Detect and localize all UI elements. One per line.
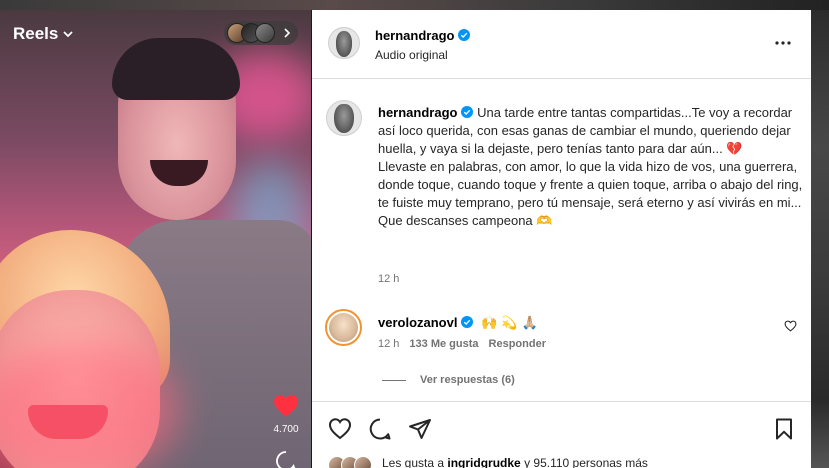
verified-icon <box>461 316 474 328</box>
audio-label[interactable]: Audio original <box>375 48 448 62</box>
avatar[interactable] <box>325 309 362 346</box>
likes-suffix[interactable]: y 95.110 personas más <box>524 456 648 468</box>
heart-hands-emoji: 🫶 <box>536 213 553 229</box>
heart-icon[interactable] <box>328 417 352 441</box>
broken-heart-emoji: 💔 <box>726 141 743 157</box>
post-actions-bar <box>312 401 811 455</box>
divider <box>382 379 406 381</box>
post-header: hernandrago Audio original <box>312 10 811 79</box>
avatar[interactable] <box>328 27 360 59</box>
reel-video[interactable]: Reels 4.700 <box>0 10 311 468</box>
stories-avatar-strip[interactable] <box>224 21 298 45</box>
heart-icon[interactable] <box>784 320 797 332</box>
caption-timestamp: 12 h <box>378 273 400 285</box>
comment-icon[interactable] <box>368 417 392 441</box>
caption-author[interactable]: hernandrago <box>378 105 457 120</box>
comment-timestamp: 12 h <box>378 338 400 350</box>
post-author-name[interactable]: hernandrago <box>375 28 454 43</box>
comment-meta: 12 h 133 Me gusta Responder <box>378 338 546 350</box>
likes-summary-text: Les gusta a ingridgrudke y 95.110 person… <box>382 456 648 468</box>
reel-like-count: 4.700 <box>273 424 299 435</box>
post-panel: hernandrago Audio original hernandrago U… <box>312 10 811 455</box>
comment-author: verolozanovl 🙌 💫 🙏🏼 <box>378 315 538 331</box>
caption-paragraph: Que descanses campeona 🫶 <box>378 212 803 231</box>
caption-paragraph: hernandrago Una tarde entre tantas compa… <box>378 104 803 158</box>
likes-summary[interactable]: Les gusta a ingridgrudke y 95.110 person… <box>312 455 811 468</box>
post-author[interactable]: hernandrago <box>375 28 471 43</box>
post-caption: hernandrago Una tarde entre tantas compa… <box>378 104 803 231</box>
heart-icon[interactable] <box>273 394 299 418</box>
more-icon[interactable] <box>774 36 792 50</box>
comment-text: 🙌 💫 🙏🏼 <box>481 316 538 331</box>
verified-icon <box>458 29 471 41</box>
comment-like-count[interactable]: 133 Me gusta <box>409 338 478 350</box>
avatar <box>255 23 275 43</box>
reels-dropdown[interactable]: Reels <box>13 24 74 44</box>
verified-icon <box>461 106 474 118</box>
reels-title-label: Reels <box>13 24 59 43</box>
chevron-right-icon <box>284 28 291 38</box>
liker-username[interactable]: ingridgrudke <box>447 456 520 468</box>
liker-avatars <box>328 456 372 468</box>
comment-author-name[interactable]: verolozanovl <box>378 315 457 330</box>
view-replies-label: Ver respuestas (6) <box>420 374 515 386</box>
likes-prefix: Les gusta a <box>382 456 445 468</box>
bookmark-icon[interactable] <box>772 417 796 441</box>
avatar <box>354 456 372 468</box>
caption-paragraph: Llevaste en palabras, con amor, lo que l… <box>378 159 803 210</box>
chevron-down-icon <box>63 31 74 38</box>
reply-button[interactable]: Responder <box>489 338 546 350</box>
share-icon[interactable] <box>408 417 432 441</box>
backdrop-top <box>0 0 829 10</box>
view-replies-button[interactable]: Ver respuestas (6) <box>382 374 515 386</box>
comment-icon[interactable] <box>275 450 297 468</box>
video-person-hair <box>112 38 240 100</box>
caption-text: Que descanses campeona <box>378 212 533 228</box>
backdrop-right <box>811 10 829 468</box>
avatar[interactable] <box>326 100 362 136</box>
